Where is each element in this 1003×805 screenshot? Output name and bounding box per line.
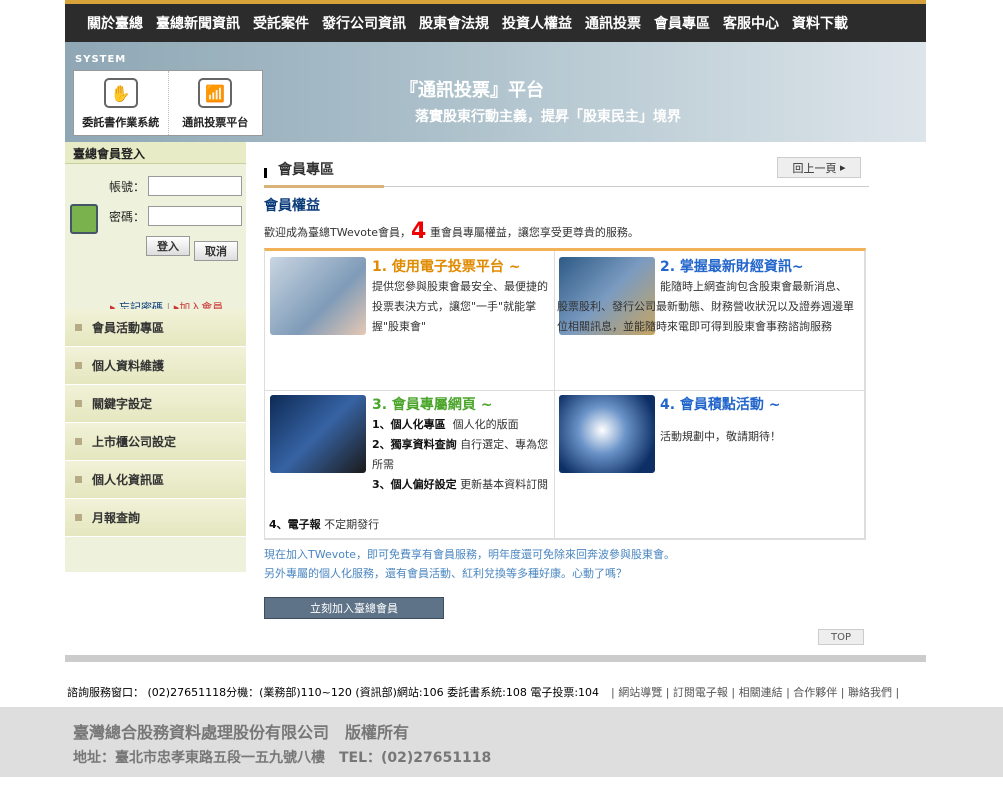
login-form: 帳號： 密碼： 登入 取消 ▸ 忘記密碼 | ▸加入會員 (65, 164, 246, 314)
item-label: 3、個人偏好設定 (372, 478, 457, 491)
menu-activities[interactable]: 會員活動專區 (65, 309, 246, 347)
menu-label: 個人資料維護 (92, 359, 165, 373)
benefits-grid: 1. 使用電子投票平台 ~ 提供您參與股東會最安全、最便捷的投票表決方式，讓您"… (264, 248, 866, 540)
menu-profile[interactable]: 個人資料維護 (65, 347, 246, 385)
page-wrapper: 關於臺總 臺總新聞資訊 受託案件 發行公司資訊 股東會法規 投資人權益 通訊投票… (65, 0, 926, 645)
menu-monthly-report[interactable]: 月報查詢 (65, 499, 246, 537)
account-label: 帳號： (109, 180, 146, 194)
benefit-points: 4. 會員積點活動 ~ 活動規劃中，敬請期待！ (555, 391, 865, 539)
menu-label: 會員活動專區 (92, 321, 165, 335)
bullet-icon (75, 476, 82, 483)
cancel-button[interactable]: 取消 (194, 241, 238, 261)
benefit-item: 2、獨享資料查詢 自行選定、專為您所需 (372, 435, 552, 475)
back-to-top-button[interactable]: TOP (818, 629, 864, 645)
menu-label: 關鍵字設定 (92, 397, 153, 411)
evote-platform-link[interactable]: 📶 通訊投票平台 (167, 71, 263, 135)
menu-label: 月報查詢 (92, 511, 141, 525)
intro-b: 重會員專屬權益，讓您享受更尊貴的服務。 (426, 226, 639, 239)
join-now-button[interactable]: 立刻加入臺總會員 (264, 597, 444, 620)
item-text: 個人化的版面 (452, 418, 519, 431)
menu-keywords[interactable]: 關鍵字設定 (65, 385, 246, 423)
nav-regulations[interactable]: 股東會法規 (419, 13, 489, 33)
intro-number: 4 (411, 219, 427, 244)
section-header: 會員專區 回上一頁 ▸ (264, 155, 869, 188)
hand-icon: ✋ (103, 78, 138, 108)
system-box: ✋ 委託書作業系統 📶 通訊投票平台 (73, 70, 263, 136)
banner-slogan: 落實股東行動主義，提昇「股東民主」境界 (415, 109, 681, 125)
main-nav: 關於臺總 臺總新聞資訊 受託案件 發行公司資訊 股東會法規 投資人權益 通訊投票… (65, 4, 926, 42)
nav-investor[interactable]: 投資人權益 (502, 13, 572, 33)
benefit-member-page: 3. 會員專屬網頁 ~ 1、個人化專區 個人化的版面 2、獨享資料查詢 自行選定… (265, 391, 555, 539)
computer-icon (70, 204, 98, 234)
nav-evote[interactable]: 通訊投票 (585, 13, 641, 33)
item-label: 2、獨享資料查詢 (372, 438, 457, 451)
item-text: 不定期發行 (320, 518, 380, 531)
benefit-finance: 2. 掌握最新財經資訊~ 能隨時上網查詢包含股東會最新消息、股票股利、發行公司最… (555, 251, 865, 391)
triangle-right-icon: ▸ (839, 161, 846, 174)
password-label: 密碼： (109, 210, 146, 224)
banner-title: 『通訊投票』平台 (400, 80, 544, 101)
bullet-icon (75, 400, 82, 407)
nav-service[interactable]: 客服中心 (723, 13, 779, 33)
nav-news[interactable]: 臺總新聞資訊 (156, 13, 240, 33)
nav-issuer[interactable]: 發行公司資訊 (322, 13, 406, 33)
join-invite: 現在加入TWevote，即可免費享有會員服務，明年度還可免除來回奔波參與股東會。… (264, 546, 869, 583)
banner: SYSTEM ✋ 委託書作業系統 📶 通訊投票平台 『通訊投票』平台 落實股東行… (65, 42, 926, 142)
footer-separator (65, 655, 926, 662)
nav-about[interactable]: 關於臺總 (87, 13, 143, 33)
proxy-system-label: 委託書作業系統 (82, 116, 160, 129)
member-menu: 會員活動專區 個人資料維護 關鍵字設定 上市櫃公司設定 個人化資訊區 月報查詢 (65, 309, 246, 537)
menu-label: 個人化資訊區 (92, 473, 165, 487)
login-button[interactable]: 登入 (146, 236, 190, 256)
bullet-icon (75, 438, 82, 445)
person-photo (270, 395, 366, 473)
benefit-text: 能隨時上網查詢包含股東會最新消息、股票股利、發行公司最新動態、財務營收狀況以及證… (557, 280, 854, 333)
benefit-evote: 1. 使用電子投票平台 ~ 提供您參與股東會最安全、最便捷的投票表決方式，讓您"… (265, 251, 555, 391)
item-label: 1、個人化專區 (372, 418, 446, 431)
benefit-item: 3、個人偏好設定 更新基本資料訂閱 (372, 475, 552, 495)
benefit-item: 4、電子報 不定期發行 (269, 515, 549, 535)
copyright-text: 臺灣總合股務資料處理股份有限公司 版權所有 (73, 723, 410, 742)
signal-icon: 📶 (198, 78, 233, 108)
menu-companies[interactable]: 上市櫃公司設定 (65, 423, 246, 461)
menu-personal-info[interactable]: 個人化資訊區 (65, 461, 246, 499)
title-marker (264, 168, 267, 178)
evote-platform-label: 通訊投票平台 (182, 116, 249, 129)
service-contact: 諮詢服務窗口： (02)27651118分機：(業務部)110~120 (資訊部… (67, 686, 600, 699)
bullet-icon (75, 362, 82, 369)
proxy-system-link[interactable]: ✋ 委託書作業系統 (74, 71, 168, 135)
benefit-item: 1、個人化專區 個人化的版面 (372, 415, 552, 435)
intro-a: 歡迎成為臺總TWevote會員， (264, 226, 412, 239)
benefit-title: 4. 會員積點活動 ~ (660, 397, 781, 413)
left-sidebar: 臺總會員登入 帳號： 密碼： 登入 取消 ▸ 忘記密碼 | ▸加入會員 會員活動… (65, 142, 246, 572)
copyright-band: 臺灣總合股務資料處理股份有限公司 版權所有 地址：臺北市忠孝東路五段一五九號八樓… (0, 707, 1003, 777)
keyboard-photo (270, 257, 366, 335)
globe-photo (559, 395, 655, 473)
invite-line-2: 另外專屬的個人化服務，還有會員活動、紅利兌換等多種好康。心動了嗎？ (264, 566, 627, 580)
password-input[interactable] (148, 206, 242, 226)
benefit-text: 活動規劃中，敬請期待！ (660, 430, 781, 443)
invite-line-1: 現在加入TWevote，即可免費享有會員服務，明年度還可免除來回奔波參與股東會。 (264, 548, 676, 561)
bullet-icon (75, 324, 82, 331)
title-underline (264, 185, 384, 188)
nav-member[interactable]: 會員專區 (654, 13, 710, 33)
footer-links[interactable]: | 網站導覽 | 訂閱電子報 | 相關連結 | 合作夥伴 | 聯絡我們 | (611, 684, 899, 700)
intro-text: 歡迎成為臺總TWevote會員，4 重會員專屬權益，讓您享受更尊貴的服務。 (264, 219, 869, 244)
login-heading: 臺總會員登入 (65, 142, 246, 164)
bullet-icon (75, 514, 82, 521)
item-text: 更新基本資料訂閱 (456, 478, 549, 491)
main-content: 會員專區 回上一頁 ▸ 會員權益 歡迎成為臺總TWevote會員，4 重會員專屬… (264, 155, 869, 620)
benefit-text: 提供您參與股東會最安全、最便捷的投票表決方式，讓您"一手"就能掌握"股東會" (372, 280, 548, 333)
address-text: 地址：臺北市忠孝東路五段一五九號八樓 TEL：(02)27651118 (73, 750, 492, 766)
back-button[interactable]: 回上一頁 ▸ (777, 157, 861, 178)
section-title: 會員專區 (278, 162, 334, 178)
back-label: 回上一頁 (792, 161, 837, 175)
item-label: 4、電子報 (269, 518, 321, 531)
menu-label: 上市櫃公司設定 (92, 435, 177, 449)
nav-download[interactable]: 資料下載 (792, 13, 848, 33)
benefits-heading: 會員權益 (264, 198, 320, 214)
nav-cases[interactable]: 受託案件 (253, 13, 309, 33)
system-label: SYSTEM (75, 54, 127, 65)
account-input[interactable] (148, 176, 242, 196)
